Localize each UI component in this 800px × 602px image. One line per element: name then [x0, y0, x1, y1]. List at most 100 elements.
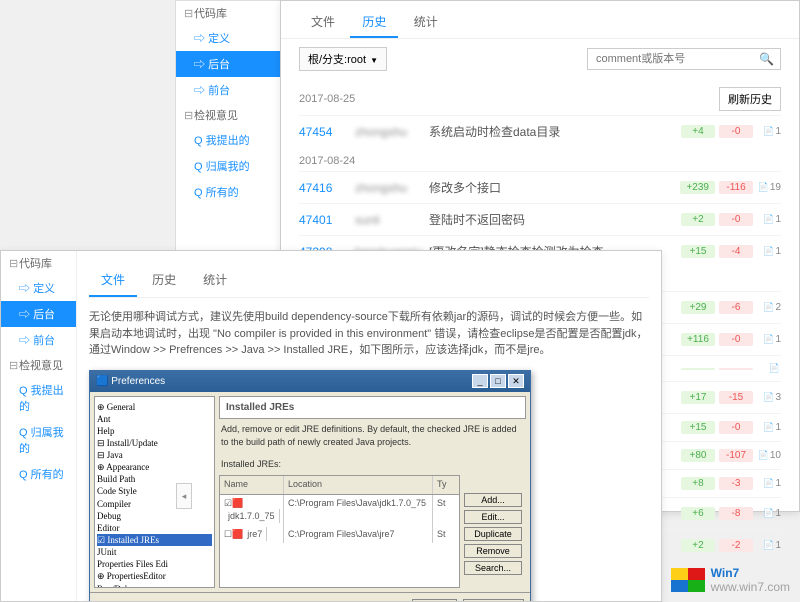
pref-heading: Installed JREs — [219, 396, 526, 419]
duplicate-button[interactable]: Duplicate — [464, 527, 522, 541]
files-count: 1 — [757, 422, 781, 433]
sidebar-item-all[interactable]: Q 所有的 — [176, 179, 281, 205]
commit-row[interactable]: 47416zhongshu修改多个接口+239-11619 — [299, 171, 781, 203]
deletions-badge: -116 — [719, 181, 753, 194]
sidebar-item-tome[interactable]: Q 归属我的 — [176, 153, 281, 179]
additions-badge: +2 — [681, 539, 715, 552]
files-count: 1 — [757, 126, 781, 137]
jre-table[interactable]: NameLocationTy ☑🟥jdk1.7.0_75C:\Program F… — [219, 475, 460, 588]
sidebar-item-all[interactable]: Q 所有的 — [1, 461, 76, 487]
deletions-badge — [719, 368, 753, 370]
deletions-badge: -3 — [719, 477, 753, 490]
tree-item[interactable]: ⊟ Install/Update — [97, 437, 212, 449]
close-icon[interactable]: ✕ — [508, 374, 524, 388]
section-review: ⊟检视意见 — [176, 103, 281, 127]
tree-item[interactable]: Editor — [97, 522, 212, 534]
files-count: 2 — [757, 302, 781, 313]
doc-content: 文件 历史 统计 无论使用哪种调试方式，建议先使用build dependenc… — [77, 251, 661, 601]
tab-stats[interactable]: 统计 — [191, 265, 239, 295]
commit-row[interactable]: 47401sunli登陆时不返回密码+2-01 — [299, 203, 781, 235]
search-icon[interactable]: 🔍 — [759, 52, 774, 66]
commit-id[interactable]: 47454 — [299, 125, 341, 139]
refresh-button[interactable]: 刷新历史 — [719, 87, 781, 111]
commit-id[interactable]: 47401 — [299, 213, 341, 227]
files-count: 1 — [757, 508, 781, 519]
additions-badge: +116 — [681, 333, 715, 346]
sidebar-item-mine[interactable]: Q 我提出的 — [176, 127, 281, 153]
additions-badge — [681, 368, 715, 370]
commit-message: 系统启动时检查data目录 — [429, 123, 667, 140]
search-box[interactable]: 🔍 — [587, 48, 781, 70]
tab-files[interactable]: 文件 — [89, 265, 137, 297]
pref-tree[interactable]: ⊕ General Ant Help⊟ Install/Update⊟ Java… — [94, 396, 215, 588]
tree-item[interactable]: ⊕ Appearance — [97, 461, 212, 473]
additions-badge: +80 — [681, 449, 715, 462]
commit-row[interactable]: 47454zhongshu系统启动时检查data目录+4-01 — [299, 115, 781, 147]
sidebar-item-backend[interactable]: ⇨ 后台 — [1, 301, 76, 327]
tree-item[interactable]: Help — [97, 425, 212, 437]
chevron-icon[interactable]: ⊟ — [184, 7, 192, 20]
files-count: 1 — [757, 246, 781, 257]
remove-button[interactable]: Remove — [464, 544, 522, 558]
dialog-titlebar[interactable]: 🟦 Preferences _□✕ — [90, 371, 530, 392]
edit-button[interactable]: Edit... — [464, 510, 522, 524]
maximize-icon[interactable]: □ — [490, 374, 506, 388]
search-button[interactable]: Search... — [464, 561, 522, 575]
additions-badge: +4 — [681, 125, 715, 138]
table-row[interactable]: ☑🟥jdk1.7.0_75C:\Program Files\Java\jdk1.… — [220, 495, 459, 526]
chevron-icon[interactable]: ⊟ — [184, 109, 192, 122]
tree-item[interactable]: ⊟ Java — [97, 449, 212, 461]
tree-item[interactable]: Run/Debug — [97, 583, 212, 588]
date-header: 2017-08-25刷新历史 — [299, 79, 781, 115]
pref-buttons: Add... Edit... Duplicate Remove Search... — [464, 493, 522, 588]
sidebar-item-mine[interactable]: Q 我提出的 — [1, 377, 76, 419]
tab-history[interactable]: 历史 — [140, 265, 188, 295]
section-codebase: ⊟代码库 — [176, 1, 281, 25]
additions-badge: +29 — [681, 301, 715, 314]
tree-item[interactable]: Debug — [97, 510, 212, 522]
tree-item[interactable]: Build Path — [97, 473, 212, 485]
deletions-badge: -4 — [719, 245, 753, 258]
sidebar-item-backend[interactable]: ⇨ 后台 — [176, 51, 281, 77]
section-codebase: ⊟代码库 — [1, 251, 76, 275]
additions-badge: +8 — [681, 477, 715, 490]
tree-item[interactable]: JUnit — [97, 546, 212, 558]
deletions-badge: -0 — [719, 333, 753, 346]
sidebar-item-tome[interactable]: Q 归属我的 — [1, 419, 76, 461]
sidebar-item-define[interactable]: ⇨ 定义 — [1, 275, 76, 301]
tree-item[interactable]: Ant — [97, 413, 212, 425]
tab-history[interactable]: 历史 — [350, 7, 398, 38]
branch-selector[interactable]: 根/分支:root▼ — [299, 47, 387, 71]
tree-item[interactable]: ☑ Installed JREs — [97, 534, 212, 546]
tree-item[interactable]: Compiler — [97, 498, 212, 510]
commit-author: zhongshu — [355, 125, 415, 139]
table-row[interactable]: ☐🟥jre7C:\Program Files\Java\jre7St — [220, 526, 459, 544]
files-count: 1 — [757, 214, 781, 225]
section-review: ⊟检视意见 — [1, 353, 76, 377]
date-header: 2017-08-24 — [299, 147, 781, 171]
sidebar-item-frontend[interactable]: ⇨ 前台 — [1, 327, 76, 353]
deletions-badge: -15 — [719, 391, 753, 404]
watermark: Win7www.win7.com — [671, 566, 790, 594]
collapse-toggle[interactable]: ◂ — [176, 483, 192, 509]
minimize-icon[interactable]: _ — [472, 374, 488, 388]
tab-files[interactable]: 文件 — [299, 7, 347, 36]
sidebar-item-define[interactable]: ⇨ 定义 — [176, 25, 281, 51]
tree-item[interactable]: ⊕ General — [97, 401, 212, 413]
tree-item[interactable]: ⊕ PropertiesEditor — [97, 570, 212, 582]
search-input[interactable] — [594, 52, 759, 66]
pref-desc: Add, remove or edit JRE definitions. By … — [219, 419, 526, 454]
additions-badge: +15 — [681, 245, 715, 258]
commit-id[interactable]: 47416 — [299, 181, 341, 195]
files-count: 3 — [757, 392, 781, 403]
tab-stats[interactable]: 统计 — [402, 7, 450, 36]
sidebar-item-frontend[interactable]: ⇨ 前台 — [176, 77, 281, 103]
doc-panel: ⊟代码库 ⇨ 定义 ⇨ 后台 ⇨ 前台 ⊟检视意见 Q 我提出的 Q 归属我的 … — [0, 250, 662, 602]
tree-item[interactable]: Properties Files Edi — [97, 558, 212, 570]
files-count: 1 — [757, 478, 781, 489]
files-count — [757, 363, 781, 374]
tree-item[interactable]: Code Style — [97, 485, 212, 497]
commit-author: sunli — [355, 213, 415, 227]
additions-badge: +17 — [681, 391, 715, 404]
add-button[interactable]: Add... — [464, 493, 522, 507]
